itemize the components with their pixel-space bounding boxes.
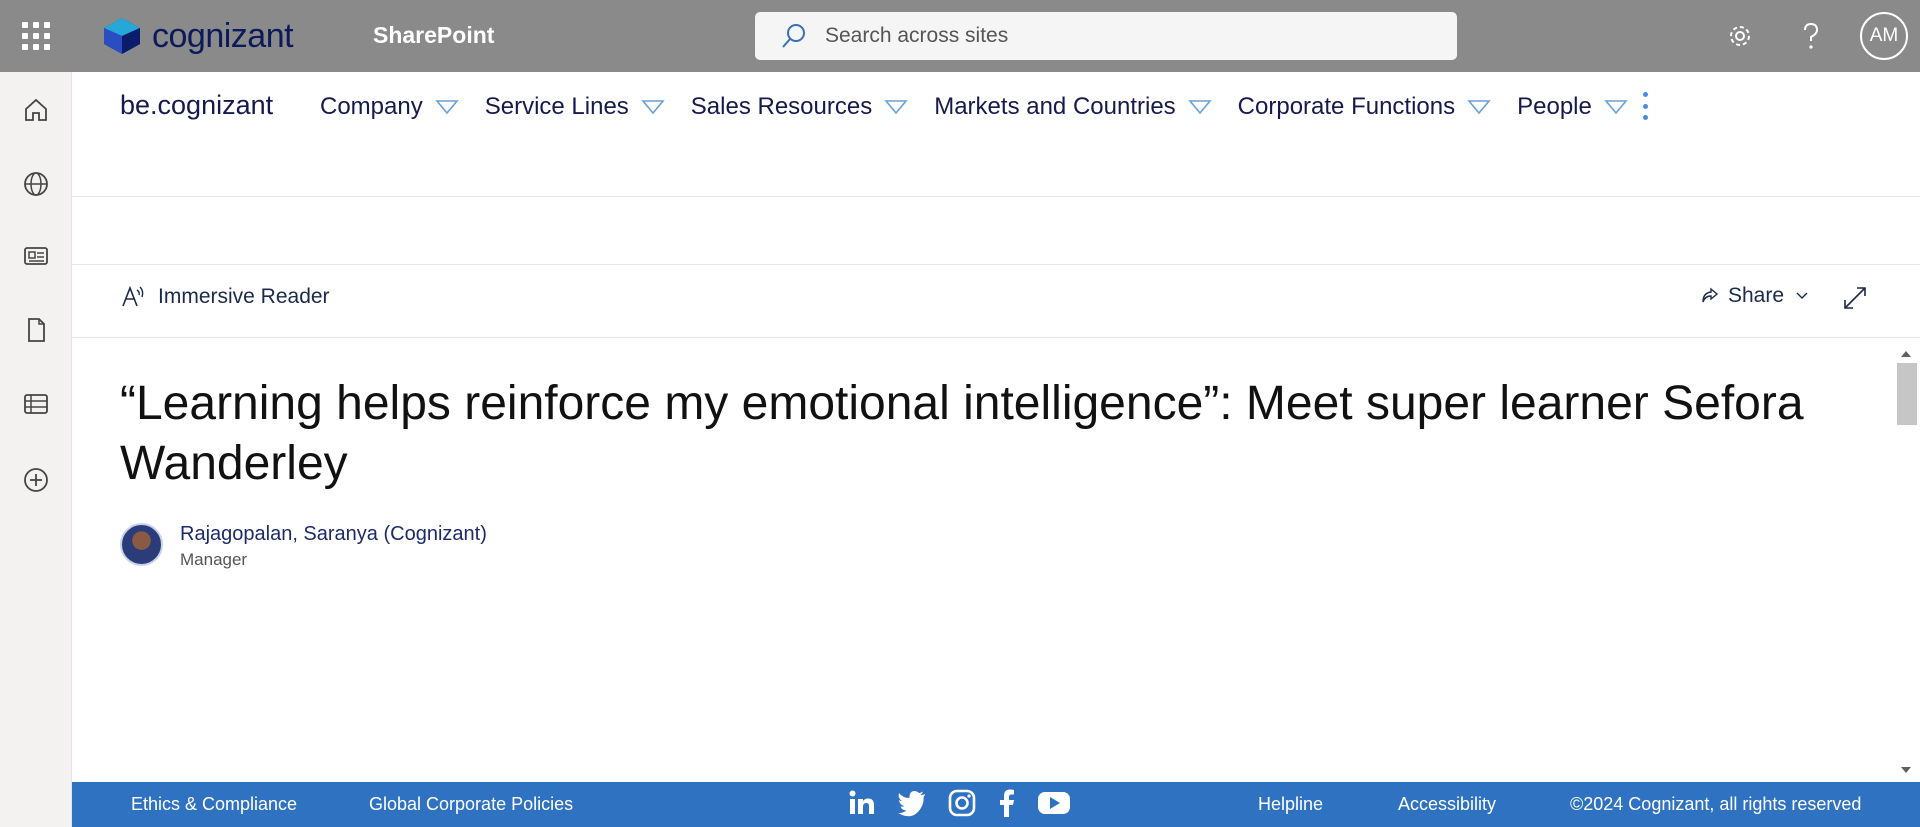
footer-link-helpline[interactable]: Helpline [1258,794,1323,815]
chevron-down-icon[interactable] [884,99,908,115]
list-icon[interactable] [18,386,54,422]
nav-item-label: Corporate Functions [1237,93,1456,120]
footer-link-ethics[interactable]: Ethics & Compliance [131,794,297,815]
author-byline: Rajagopalan, Saranya (Cognizant) Manager [120,523,487,570]
more-options-icon[interactable] [1640,92,1650,120]
immersive-reader-icon [122,285,144,307]
author-name[interactable]: Rajagopalan, Saranya (Cognizant) [180,523,487,546]
nav-item-company[interactable]: Company [320,93,459,121]
immersive-reader-label: Immersive Reader [158,285,330,308]
site-title[interactable]: be.cognizant [120,90,273,121]
scroll-up-arrow-icon[interactable] [1899,346,1913,364]
nav-item-people[interactable]: People [1517,93,1628,121]
nav-item-label: People [1517,93,1592,120]
share-button[interactable]: Share [1700,284,1808,308]
chevron-down-icon [1796,292,1808,299]
twitter-icon[interactable] [897,789,927,817]
nav-item-label: Company [320,93,423,120]
left-app-rail [0,72,72,827]
cognizant-logo-mark-icon [104,18,140,54]
nav-item-label: Sales Resources [690,93,873,120]
search-input[interactable] [825,24,1425,48]
footer-link-policies[interactable]: Global Corporate Policies [369,794,573,815]
app-launcher-icon[interactable] [22,22,50,50]
settings-gear-icon[interactable] [1720,16,1760,56]
divider [72,264,1920,265]
logo-text: cognizant [152,16,294,55]
instagram-icon[interactable] [947,788,977,818]
share-label: Share [1728,284,1785,307]
chevron-down-icon[interactable] [641,99,665,115]
share-icon [1702,287,1719,303]
cognizant-logo[interactable]: cognizant [100,14,294,58]
add-circle-icon[interactable] [18,462,54,498]
chevron-down-icon[interactable] [1467,99,1491,115]
social-links [847,788,1071,818]
youtube-icon[interactable] [1037,790,1071,816]
divider [72,196,1920,197]
immersive-reader-button[interactable]: Immersive Reader [120,284,330,310]
user-avatar[interactable]: AM [1860,12,1908,60]
globe-icon[interactable] [18,166,54,202]
site-navigation: Company Service Lines Sales Resources Ma… [320,90,1654,124]
nav-item-service-lines[interactable]: Service Lines [485,93,665,121]
author-avatar[interactable] [120,523,163,566]
help-icon[interactable] [1791,16,1831,56]
chevron-down-icon[interactable] [1187,99,1212,115]
nav-item-corporate-functions[interactable]: Corporate Functions [1238,93,1491,121]
search-box[interactable] [755,12,1457,60]
app-name[interactable]: SharePoint [373,22,494,49]
chevron-down-icon[interactable] [435,99,459,115]
expand-icon[interactable] [1842,285,1868,316]
chevron-down-icon[interactable] [1604,99,1628,115]
footer: Ethics & Compliance Global Corporate Pol… [72,782,1920,827]
nav-item-sales-resources[interactable]: Sales Resources [691,93,908,121]
footer-link-accessibility[interactable]: Accessibility [1398,794,1496,815]
scrollbar-thumb[interactable] [1897,363,1917,425]
nav-item-label: Service Lines [484,93,629,120]
divider [72,337,1920,338]
nav-item-markets-countries[interactable]: Markets and Countries [934,93,1212,121]
footer-copyright: ©2024 Cognizant, all rights reserved [1570,794,1862,814]
article-title: “Learning helps reinforce my emotional i… [120,377,1804,490]
home-icon[interactable] [18,92,54,128]
author-role: Manager [180,550,248,569]
suite-bar: cognizant SharePoint AM [0,0,1920,72]
document-icon[interactable] [18,312,54,348]
news-icon[interactable] [18,238,54,274]
search-icon [782,24,805,48]
linkedin-icon[interactable] [847,788,877,818]
nav-item-label: Markets and Countries [934,93,1176,120]
facebook-icon[interactable] [997,788,1017,818]
scroll-down-arrow-icon[interactable] [1899,762,1913,780]
